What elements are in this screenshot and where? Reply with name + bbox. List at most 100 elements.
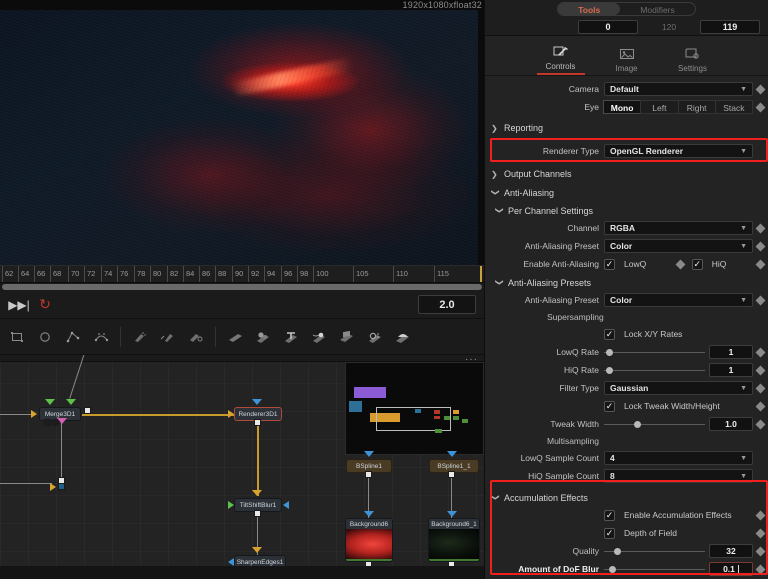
background6-1-top-tri[interactable] — [447, 511, 457, 517]
paint-stroke-icon[interactable] — [155, 323, 181, 351]
bspline1-top-tri[interactable] — [364, 451, 374, 457]
tiltshiftblur1-input-arrow[interactable] — [228, 501, 234, 509]
tweak-width-slider[interactable] — [604, 417, 705, 431]
section-output-channels[interactable]: ❯ Output Channels — [485, 166, 768, 182]
tiltshiftblur1-top-tri[interactable] — [252, 490, 262, 496]
lower-input-arrow[interactable] — [50, 483, 56, 491]
merge3d1-aux-tri[interactable] — [57, 418, 67, 424]
slider-knob[interactable] — [614, 547, 622, 555]
slider-knob[interactable] — [609, 565, 617, 573]
image-plane-3d-icon[interactable] — [222, 323, 248, 351]
enable-accumulation-keyframe-diamond[interactable] — [755, 510, 766, 520]
lock-xy-checkbox[interactable]: ✓ — [604, 328, 615, 340]
eye-option-left[interactable]: Left — [640, 100, 679, 114]
timeline-scrollbar-thumb[interactable] — [2, 284, 482, 290]
hiq-rate-slider[interactable] — [604, 363, 705, 377]
aa-preset-keyframe-diamond-1[interactable] — [755, 241, 766, 251]
eye-option-stack[interactable]: Stack — [714, 100, 753, 114]
hiq-keyframe-diamond[interactable] — [755, 259, 766, 269]
enable-aa-lowq-checkbox[interactable]: ✓ — [604, 258, 615, 270]
lowq-rate-value[interactable]: 1 — [709, 345, 753, 359]
renderer3d1-output-port[interactable] — [254, 419, 261, 426]
tweak-width-keyframe-diamond[interactable] — [755, 419, 766, 429]
node-sharpenedges1[interactable]: SharpenEdges1 — [234, 555, 286, 566]
renderer-type-dropdown[interactable]: OpenGL Renderer ▼ — [604, 144, 753, 158]
eye-keyframe-diamond[interactable] — [755, 102, 766, 112]
camera-dropdown[interactable]: Default ▼ — [604, 82, 753, 96]
skip-to-end-icon[interactable]: ▶▶| — [6, 295, 32, 315]
node-background6-1[interactable]: Background6_1 — [428, 518, 480, 562]
tiltshiftblur1-output-port[interactable] — [254, 510, 261, 517]
quality-slider[interactable] — [604, 544, 705, 558]
dof-blur-keyframe-diamond[interactable] — [755, 564, 766, 574]
eye-option-right[interactable]: Right — [677, 100, 716, 114]
tiltshiftblur1-mask-arrow[interactable] — [283, 501, 289, 509]
lower-blue-port[interactable] — [58, 483, 65, 490]
dof-keyframe-diamond[interactable] — [755, 528, 766, 538]
bspline1-1-output-port[interactable] — [448, 471, 455, 478]
merge3d1-input-tri-2[interactable] — [66, 399, 76, 405]
tab-modifiers[interactable]: Modifiers — [620, 3, 694, 15]
section-accumulation-effects[interactable]: ❯ Accumulation Effects — [485, 490, 768, 506]
paint-icon[interactable] — [127, 323, 153, 351]
timeline-scrollbar[interactable] — [0, 283, 484, 291]
renderer3d1-input-tri[interactable] — [252, 399, 262, 405]
merge3d1-aux-port-1[interactable] — [44, 419, 51, 426]
background6-1-output-port[interactable] — [448, 561, 455, 566]
filter-type-keyframe-diamond[interactable] — [755, 383, 766, 393]
dof-blur-slider[interactable] — [604, 562, 705, 576]
lowq-sample-count-dropdown[interactable]: 4 ▼ — [604, 451, 753, 465]
lowq-keyframe-diamond[interactable] — [675, 259, 686, 269]
filter-type-dropdown[interactable]: Gaussian ▼ — [604, 381, 753, 395]
section-per-channel-settings[interactable]: ❯ Per Channel Settings — [485, 203, 768, 219]
hiq-rate-keyframe-diamond[interactable] — [755, 365, 766, 375]
merge3d1-output-port[interactable] — [84, 407, 91, 414]
lock-tweak-keyframe-diamond[interactable] — [755, 401, 766, 411]
hiq-rate-value[interactable]: 1 — [709, 363, 753, 377]
aa-preset-dropdown-2[interactable]: Color ▼ — [604, 293, 753, 307]
eye-option-mono[interactable]: Mono — [603, 100, 642, 114]
timeline-ruler[interactable]: 62 64 66 68 70 72 74 76 78 80 82 84 86 88 90 92 94 96 98 10… — [0, 265, 484, 283]
particle-icon[interactable] — [306, 323, 332, 351]
depth-of-field-checkbox[interactable]: ✓ — [604, 527, 615, 539]
node-background6[interactable]: Background6 — [345, 518, 393, 562]
bspline1-1-top-tri[interactable] — [447, 451, 457, 457]
tweak-width-value[interactable]: 1.0 — [709, 417, 753, 431]
eye-segmented-control[interactable]: Mono Left Right Stack — [603, 100, 753, 114]
sharpenedges1-top-tri[interactable] — [252, 547, 262, 553]
renderer3d1-input-arrow[interactable] — [228, 410, 234, 418]
section-reporting[interactable]: ❯ Reporting — [485, 120, 768, 136]
enable-aa-hiq-checkbox[interactable]: ✓ — [691, 258, 703, 270]
ellipse-mask-icon[interactable] — [32, 323, 58, 351]
channel-keyframe-diamond[interactable] — [755, 223, 766, 233]
aa-preset-keyframe-diamond-2[interactable] — [755, 295, 766, 305]
tab-settings[interactable]: Settings — [669, 46, 717, 75]
paint-multi-icon[interactable] — [183, 323, 209, 351]
bspline1-output-port[interactable] — [365, 471, 372, 478]
background6-output-port[interactable] — [365, 561, 372, 566]
merge3d1-input-tri-1[interactable] — [45, 399, 55, 405]
lock-tweak-checkbox[interactable]: ✓ — [604, 400, 615, 412]
frame-start-field[interactable]: 0 — [578, 19, 638, 34]
dof-blur-value[interactable]: 0.1 — [709, 562, 753, 576]
section-anti-aliasing[interactable]: ❯ Anti-Aliasing — [485, 185, 768, 201]
section-aa-presets[interactable]: ❯ Anti-Aliasing Presets — [485, 275, 768, 291]
lowq-rate-keyframe-diamond[interactable] — [755, 347, 766, 357]
node-graph-minimap[interactable] — [345, 362, 484, 455]
renderer-3d-icon[interactable] — [390, 323, 416, 351]
polygon-mask-icon[interactable] — [60, 323, 86, 351]
hiq-sample-count-dropdown[interactable]: 8 ▼ — [604, 469, 753, 483]
slider-knob[interactable] — [634, 420, 642, 428]
lowq-rate-slider[interactable] — [604, 345, 705, 359]
aa-preset-dropdown-1[interactable]: Color ▼ — [604, 239, 753, 253]
light-icon[interactable] — [362, 323, 388, 351]
playhead[interactable] — [480, 266, 482, 282]
playback-speed-field[interactable]: 2.0 — [418, 295, 476, 314]
camera-keyframe-diamond[interactable] — [755, 84, 766, 94]
rectangle-mask-icon[interactable] — [4, 323, 30, 351]
node-graph[interactable]: ··· Merge3D1 Renderer3D1 TiltShiftBlur1 … — [0, 355, 484, 566]
quality-value[interactable]: 32 — [709, 544, 753, 558]
channel-dropdown[interactable]: RGBA ▼ — [604, 221, 753, 235]
tab-tools[interactable]: Tools — [558, 3, 621, 15]
frame-current-field[interactable]: 119 — [700, 19, 760, 34]
